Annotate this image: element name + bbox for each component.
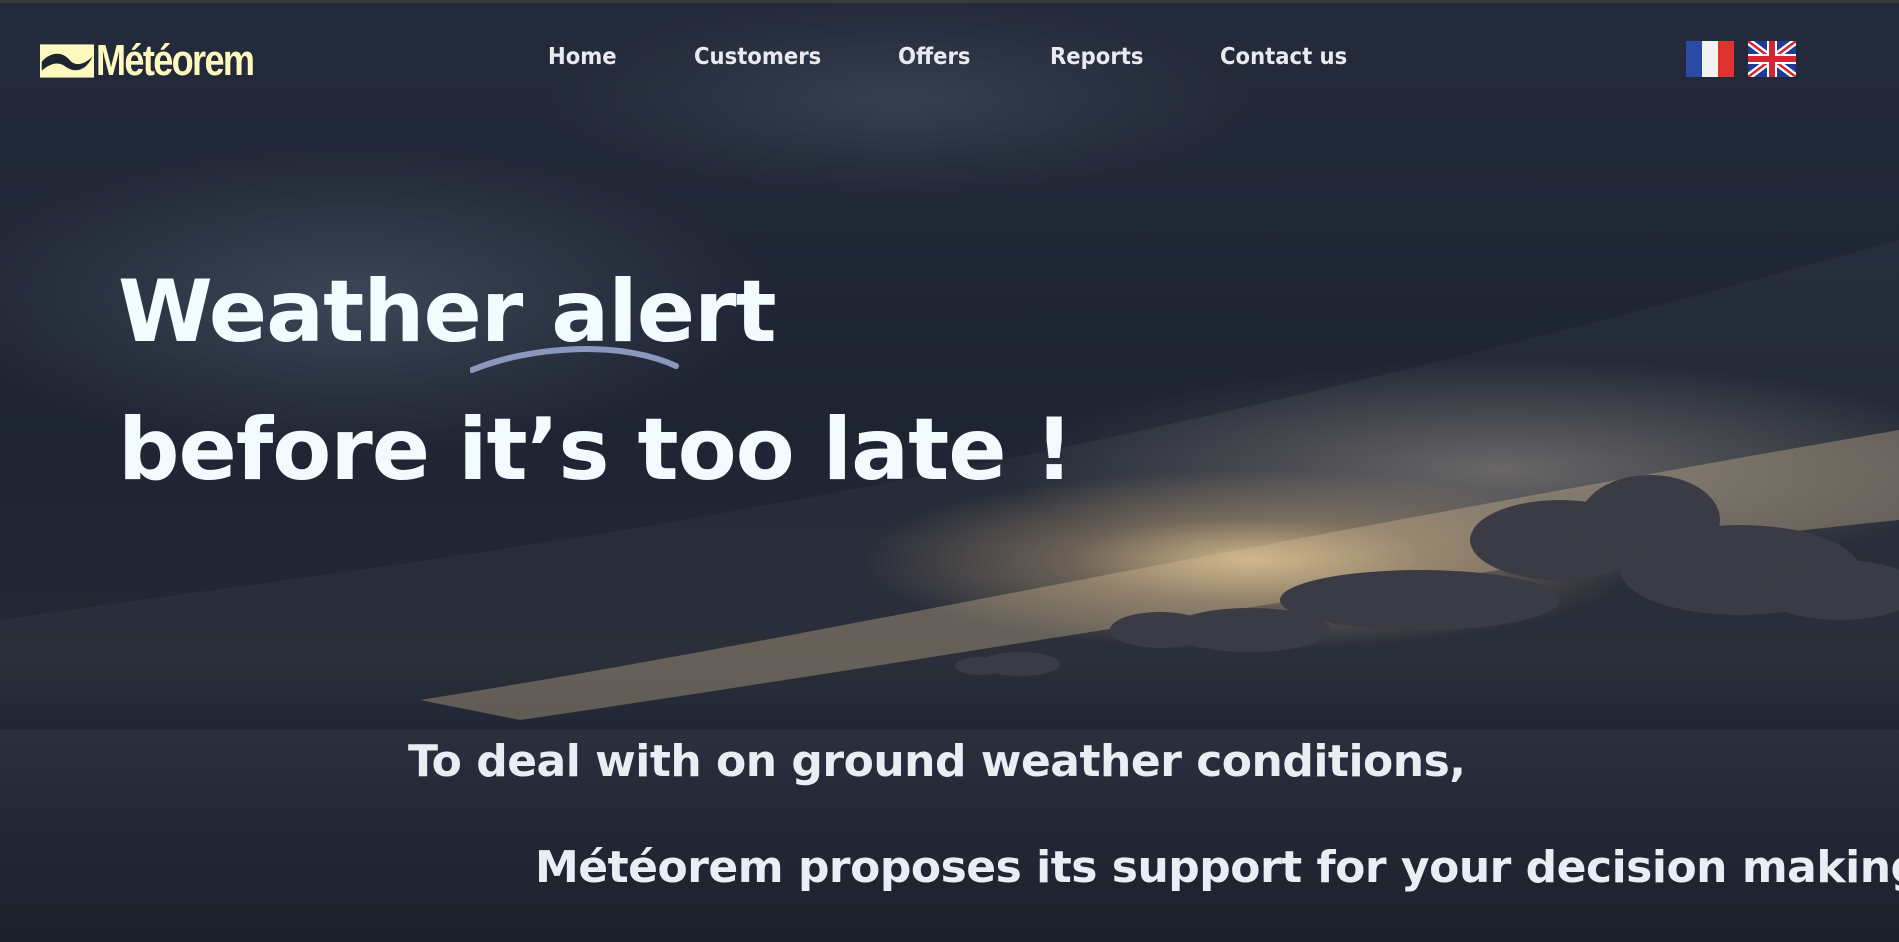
brand-name: Météorem xyxy=(96,36,255,85)
nav-contact-us[interactable]: Contact us xyxy=(1220,44,1347,70)
underline-swoosh-icon xyxy=(470,346,679,373)
nav-home[interactable]: Home xyxy=(548,44,617,70)
flag-fr-icon[interactable] xyxy=(1686,41,1734,77)
window-top-border xyxy=(0,0,1899,3)
wave-icon xyxy=(40,44,95,78)
subline-1: To deal with on ground weather condition… xyxy=(408,736,1466,787)
nav-customers[interactable]: Customers xyxy=(694,44,821,70)
headline-line2: before it’s too late ! xyxy=(118,400,1074,500)
nav-offers[interactable]: Offers xyxy=(898,44,971,70)
subline-2: Météorem proposes its support for your d… xyxy=(535,842,1899,893)
flag-uk-icon[interactable] xyxy=(1748,41,1796,77)
brand-logo[interactable]: Météorem xyxy=(40,36,288,85)
headline-word-weather: Weather xyxy=(118,262,523,362)
nav-reports[interactable]: Reports xyxy=(1050,44,1143,70)
